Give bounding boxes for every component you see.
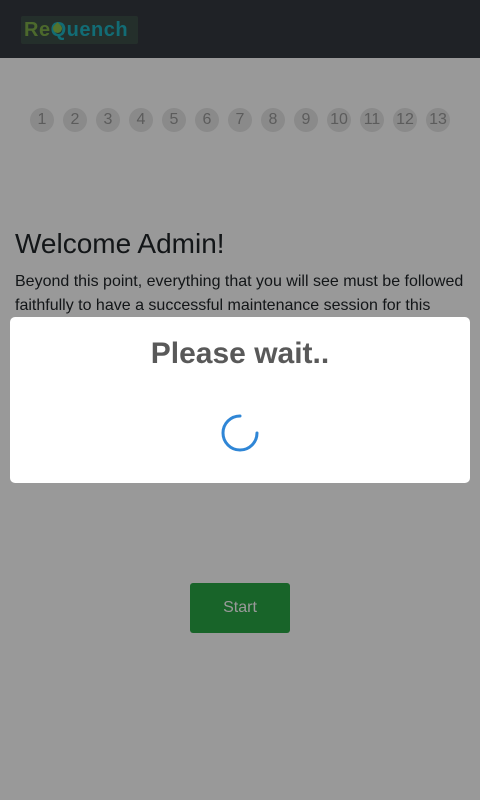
loading-dialog: Please wait.. xyxy=(10,317,470,483)
loading-spinner-icon xyxy=(221,414,259,452)
dialog-title: Please wait.. xyxy=(150,337,330,370)
